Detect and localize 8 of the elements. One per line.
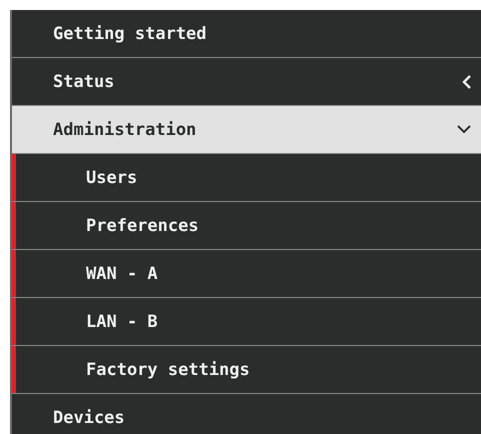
submenu-item[interactable]: Factory settings [12,346,481,394]
submenu-item[interactable]: LAN - B [12,298,481,346]
menu-item[interactable]: Administration [12,106,481,154]
menu-item[interactable]: Devices [12,394,481,434]
menu-item[interactable]: Getting started [12,10,481,58]
submenu-item[interactable]: Users [12,154,481,202]
submenu-item[interactable]: Preferences [12,202,481,250]
submenu-item[interactable]: WAN - A [12,250,481,298]
